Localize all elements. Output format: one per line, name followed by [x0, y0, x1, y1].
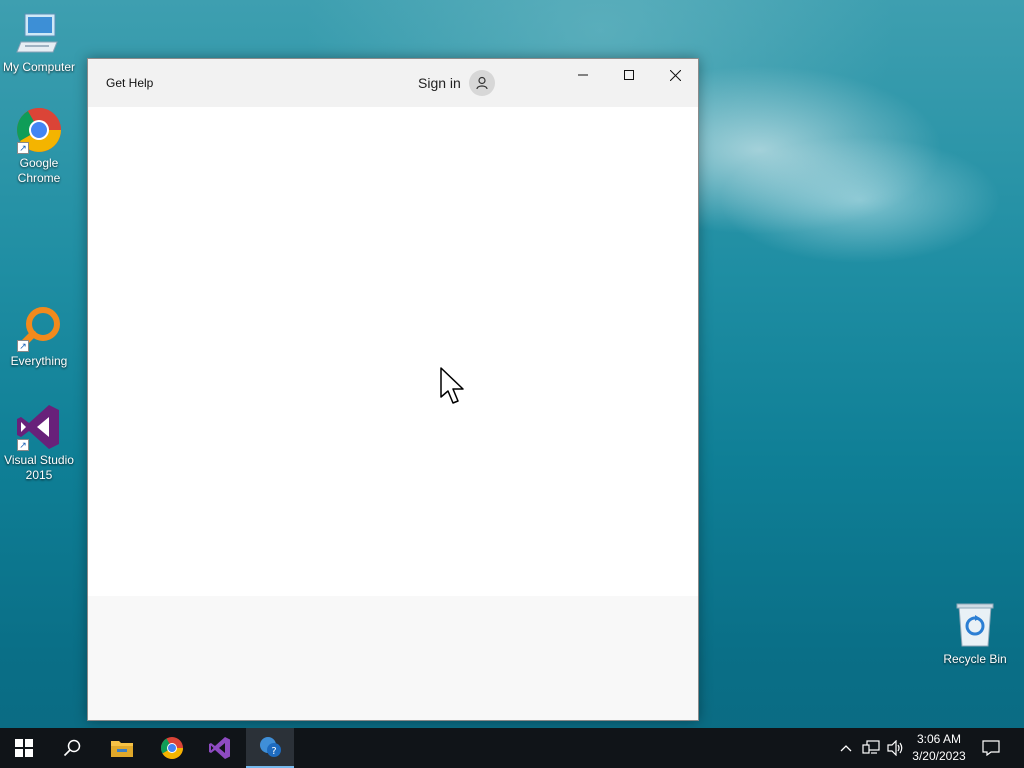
desktop-icon-recycle-bin[interactable]: Recycle Bin	[936, 602, 1014, 667]
footer-panel	[88, 596, 698, 720]
minimize-button[interactable]	[560, 59, 606, 91]
recycle-bin-icon	[951, 602, 999, 650]
mouse-cursor-icon	[440, 367, 466, 412]
start-button[interactable]	[0, 728, 48, 768]
start-icon	[15, 739, 33, 757]
chrome-icon	[161, 737, 183, 759]
desktop-icon-label: Recycle Bin	[943, 652, 1007, 666]
show-hidden-icons-button[interactable]	[836, 728, 856, 768]
everything-search-icon: ↗	[15, 304, 63, 352]
desktop-icon-label: Everything	[10, 354, 68, 368]
content-area	[88, 107, 698, 596]
taskbar: ? 3:06 AM 3/20/2023	[0, 728, 1024, 768]
maximize-icon	[624, 70, 634, 80]
file-explorer-icon	[111, 741, 133, 757]
desktop-icon-label: Google Chrome	[17, 156, 61, 185]
sign-in-label: Sign in	[418, 75, 461, 91]
taskbar-chrome[interactable]	[148, 728, 196, 768]
search-icon	[63, 739, 81, 757]
clock[interactable]: 3:06 AM 3/20/2023	[904, 731, 974, 765]
chrome-icon: ↗	[15, 106, 63, 154]
desktop-icon-google-chrome[interactable]: ↗ Google Chrome	[0, 106, 78, 186]
window-title: Get Help	[106, 76, 154, 90]
speaker-icon	[887, 740, 903, 756]
get-help-window[interactable]: Get Help Sign in	[87, 58, 699, 721]
clock-time: 3:06 AM	[916, 732, 962, 746]
maximize-button[interactable]	[606, 59, 652, 91]
network-button[interactable]	[858, 728, 884, 768]
visual-studio-icon	[209, 737, 230, 759]
sign-in-button[interactable]: Sign in	[418, 70, 495, 96]
clock-date: 3/20/2023	[912, 749, 966, 763]
desktop-icon-label: My Computer	[2, 60, 76, 74]
taskbar-file-explorer[interactable]	[98, 728, 146, 768]
desktop-icon-label: Visual Studio 2015	[4, 453, 74, 482]
notification-icon	[982, 740, 1000, 756]
search-button[interactable]	[48, 728, 96, 768]
visual-studio-icon: ↗	[15, 403, 63, 451]
desktop-icon-my-computer[interactable]: My Computer	[0, 10, 78, 75]
desktop-icon-visual-studio[interactable]: ↗ Visual Studio 2015	[0, 403, 78, 483]
close-icon	[669, 69, 681, 81]
desktop-icon-everything[interactable]: ↗ Everything	[0, 304, 78, 369]
action-center-button[interactable]	[978, 728, 1004, 768]
title-bar[interactable]: Get Help Sign in	[88, 59, 698, 107]
close-button[interactable]	[652, 59, 698, 91]
minimize-icon	[578, 74, 588, 76]
svg-text:?: ?	[271, 746, 276, 757]
taskbar-get-help[interactable]: ?	[246, 728, 294, 768]
get-help-icon: ?	[260, 737, 281, 757]
user-avatar-icon	[468, 70, 495, 96]
taskbar-visual-studio[interactable]	[196, 728, 244, 768]
network-icon	[862, 740, 880, 754]
computer-icon	[15, 10, 63, 58]
chevron-up-icon	[840, 745, 852, 752]
